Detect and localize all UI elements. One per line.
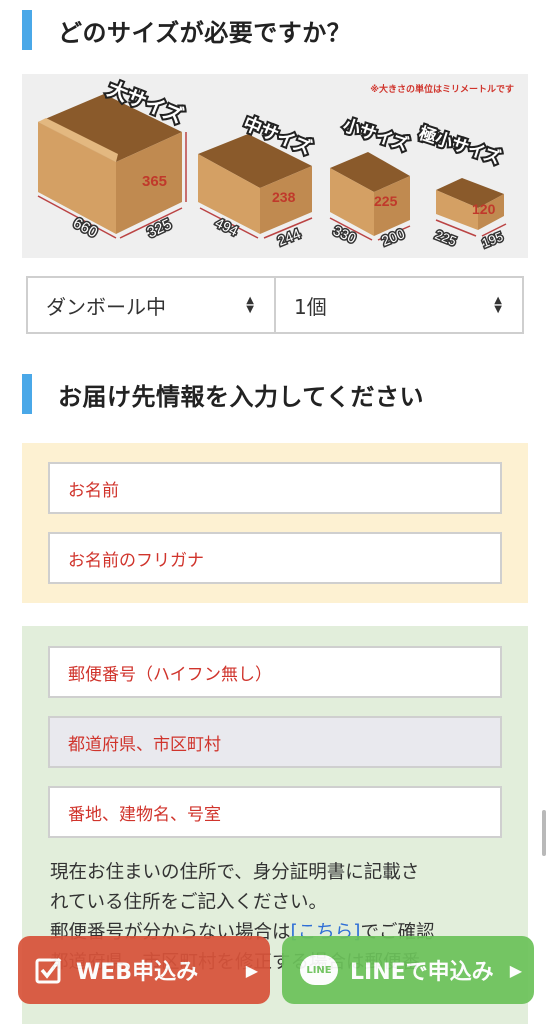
xs-height-label: 120: [472, 201, 496, 217]
postal-code-input[interactable]: 郵便番号（ハイフン無し）: [48, 646, 502, 698]
select-arrows-icon: ▲ ▼: [246, 295, 254, 315]
medium-depth-label: 244: [275, 225, 303, 249]
box-illustration-svg: 660 325 365 大サイズ 494 244 238 中サイズ 330 20…: [37, 74, 507, 252]
heading-accent-bar: [22, 10, 32, 50]
box-type-select[interactable]: ダンボール中 ▲ ▼: [28, 278, 274, 332]
delivery-section-heading: お届け先情報を入力してください: [22, 374, 424, 414]
checkbox-pen-icon: [35, 957, 62, 984]
quantity-select[interactable]: 1個 ▲ ▼: [274, 278, 522, 332]
web-apply-button[interactable]: WEB申込み ▶: [18, 936, 270, 1004]
box-type-value: ダンボール中: [46, 294, 166, 319]
delivery-heading-text: お届け先情報を入力してください: [58, 382, 425, 411]
heading-accent-bar: [22, 374, 32, 414]
medium-height-label: 238: [272, 189, 296, 205]
arrow-right-icon: ▶: [245, 960, 258, 980]
name-input[interactable]: お名前: [48, 462, 502, 514]
notice-line-2: れている住所をご記入ください。: [50, 892, 327, 913]
large-height-label: 365: [142, 173, 167, 190]
web-apply-label: WEB申込み: [76, 960, 199, 985]
name-panel: お名前 お名前のフリガナ: [22, 443, 528, 603]
box-size-illustration: ※大きさの単位はミリメートルです 660 325 365 大サイズ 494 24…: [22, 74, 528, 258]
small-height-label: 225: [374, 193, 398, 209]
extra-small-box: 225 195 120 極小サイズ: [414, 121, 506, 252]
line-apply-button[interactable]: LINE LINEで申込み ▶: [282, 936, 534, 1004]
xs-depth-label: 195: [480, 229, 506, 251]
street-address-input[interactable]: 番地、建物名、号室: [48, 786, 502, 838]
xs-size-name: 極小サイズ: [416, 123, 503, 169]
line-logo-icon: LINE: [300, 955, 338, 985]
medium-box: 494 244 238 中サイズ: [198, 110, 317, 250]
scrollbar[interactable]: [542, 810, 546, 856]
xs-width-label: 225: [433, 227, 459, 249]
select-arrows-icon: ▲ ▼: [494, 295, 502, 315]
furigana-input[interactable]: お名前のフリガナ: [48, 532, 502, 584]
size-quantity-selects: ダンボール中 ▲ ▼ 1個 ▲ ▼: [26, 276, 524, 334]
quantity-value: 1個: [294, 294, 327, 319]
large-depth-label: 325: [145, 216, 175, 242]
size-section-heading: どのサイズが必要ですか？: [22, 10, 351, 50]
prefecture-city-input[interactable]: 都道府県、市区町村: [48, 716, 502, 768]
notice-line-1: 現在お住まいの住所で、身分証明書に記載さ: [50, 862, 420, 883]
small-width-label: 330: [331, 222, 359, 246]
small-size-name: 小サイズ: [340, 115, 411, 156]
arrow-right-icon: ▶: [509, 960, 522, 980]
line-apply-label: LINEで申込み: [350, 960, 494, 985]
small-box: 330 200 225 小サイズ: [329, 113, 413, 250]
large-box: 660 325 365 大サイズ: [37, 74, 189, 243]
size-heading-text: どのサイズが必要ですか？: [58, 18, 352, 47]
